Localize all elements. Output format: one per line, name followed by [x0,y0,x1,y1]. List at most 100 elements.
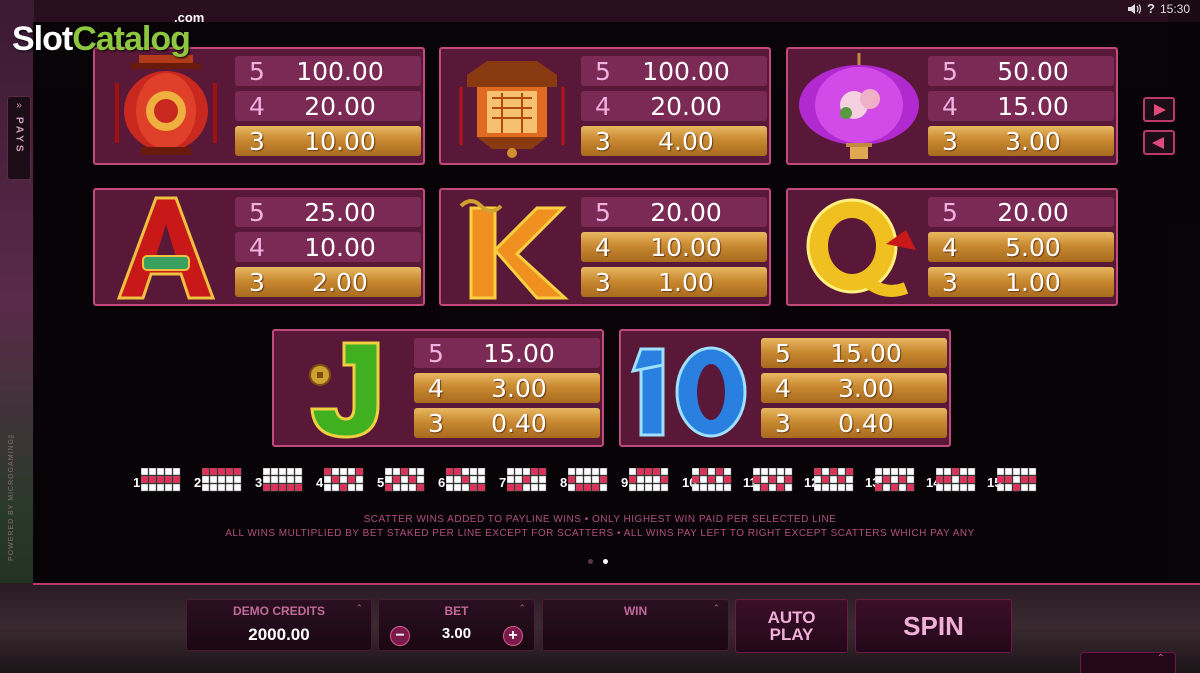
status-bar: ? 15:30 [1128,1,1190,16]
red-lantern-icon [115,55,217,155]
page-dot-1[interactable] [588,559,593,564]
page-dot-2[interactable] [603,559,608,564]
symbol-count: 5 [595,56,611,86]
payout-amount: 3.00 [1005,126,1061,156]
paytable-card-letter-k: 5 20.00 4 10.00 3 1.00 [439,188,771,306]
payout-row: 4 3.00 [761,373,947,403]
symbol-count: 5 [428,338,444,368]
spin-button[interactable]: SPIN [855,599,1012,653]
payline-number: 1 [133,474,141,490]
next-page-button[interactable] [1143,97,1175,122]
payout-row: 5 15.00 [414,338,600,368]
slotcatalog-watermark: SlotCatalog .com [12,10,222,58]
spin-label: SPIN [903,610,964,641]
payout-row: 4 20.00 [235,91,421,121]
caret-up-icon[interactable]: ⌃ [355,603,363,614]
payout-row: 3 2.00 [235,267,421,297]
payout-amount: 10.00 [304,126,376,156]
autoplay-label-1: AUTO [767,608,816,627]
payline-7: 7 [499,467,549,497]
payout-row: 3 4.00 [581,126,767,156]
payline-grid-icon [996,467,1037,497]
number-10-symbol [627,335,757,441]
payout-amount: 5.00 [1005,232,1061,262]
payout-row: 5 100.00 [581,56,767,86]
symbol-count: 3 [775,408,791,438]
payout-row: 3 0.40 [414,408,600,438]
payline-14: 14 [926,467,976,497]
payout-row: 5 15.00 [761,338,947,368]
payline-10: 10 [682,467,732,495]
payline-grid-icon [935,467,976,497]
symbol-count: 4 [249,232,265,262]
speaker-icon[interactable] [1128,3,1142,15]
purple-lantern-icon [799,53,919,159]
payout-row: 3 0.40 [761,408,947,438]
rules-line-1: SCATTER WINS ADDED TO PAYLINE WINS • ONL… [363,514,837,525]
pays-label: PAYS [13,117,25,155]
payline-1: 1 [133,467,183,497]
payline-grid-icon [567,467,608,497]
win-display: WIN ⌃ [542,599,729,651]
pays-side-tab[interactable]: » PAYS [7,96,31,180]
symbol-count: 5 [942,197,958,227]
payline-2: 2 [194,467,244,497]
payline-number: 14 [926,474,941,490]
payline-number: 13 [865,474,880,490]
arrow-right-icon [1154,103,1166,116]
payout-rows: 5 15.00 4 3.00 3 0.40 [414,338,600,443]
symbol-count: 4 [595,91,611,121]
double-chevron-icon: » [16,100,22,111]
payline-number: 11 [743,474,757,490]
letter-a-icon [116,196,216,300]
symbol-count: 4 [775,373,791,403]
symbol-count: 4 [942,232,958,262]
payout-amount: 3.00 [491,373,547,403]
payline-11: 11 [743,467,793,495]
letter-k-icon [459,199,569,300]
payline-grid-icon [140,467,181,497]
help-icon[interactable]: ? [1147,1,1155,16]
payout-row: 4 20.00 [581,91,767,121]
payout-row: 5 50.00 [928,56,1114,86]
previous-page-button[interactable] [1143,130,1175,155]
payline-grid-icon [506,467,547,497]
payout-amount: 10.00 [304,232,376,262]
symbol-count: 4 [428,373,444,403]
caret-up-icon[interactable]: ⌃ [518,603,526,614]
payline-number: 5 [377,474,385,490]
symbol-count: 5 [942,56,958,86]
payout-amount: 25.00 [304,197,376,227]
payline-grid-icon [201,467,242,497]
symbol-count: 3 [942,126,958,156]
letter-j-icon [309,341,380,439]
payline-3: 3 [255,467,305,495]
symbol-count: 3 [428,408,444,438]
symbol-count: 3 [249,126,265,156]
caret-up-icon[interactable]: ⌃ [712,603,720,614]
payline-number: 15 [987,474,1002,490]
payout-row: 3 1.00 [581,267,767,297]
payout-rows: 5 25.00 4 10.00 3 2.00 [235,197,421,302]
bet-label: BET [444,604,469,618]
bet-increase-button[interactable]: + [503,626,523,646]
hexagon-lantern-symbol [447,53,577,159]
letter-q-icon [806,198,916,297]
symbol-count: 3 [942,267,958,297]
payline-grid-icon [323,467,364,497]
autoplay-button[interactable]: AUTO PLAY [735,599,848,653]
menu-corner-tab[interactable]: ⌃ [1080,652,1176,673]
symbol-count: 3 [595,267,611,297]
red-lantern-symbol [101,53,231,159]
hexagon-lantern-icon [459,61,565,158]
payline-number: 12 [804,474,819,490]
payout-amount: 50.00 [997,56,1069,86]
letter-a-symbol [101,194,231,300]
payline-6: 6 [438,467,488,495]
paytable-card-purple-lantern: 5 50.00 4 15.00 3 3.00 [786,47,1118,165]
purple-flower-lantern-symbol [794,53,924,159]
symbol-count: 5 [249,197,265,227]
payout-amount: 15.00 [997,91,1069,121]
payout-rows: 5 100.00 4 20.00 3 4.00 [581,56,767,161]
symbol-count: 5 [249,56,265,86]
